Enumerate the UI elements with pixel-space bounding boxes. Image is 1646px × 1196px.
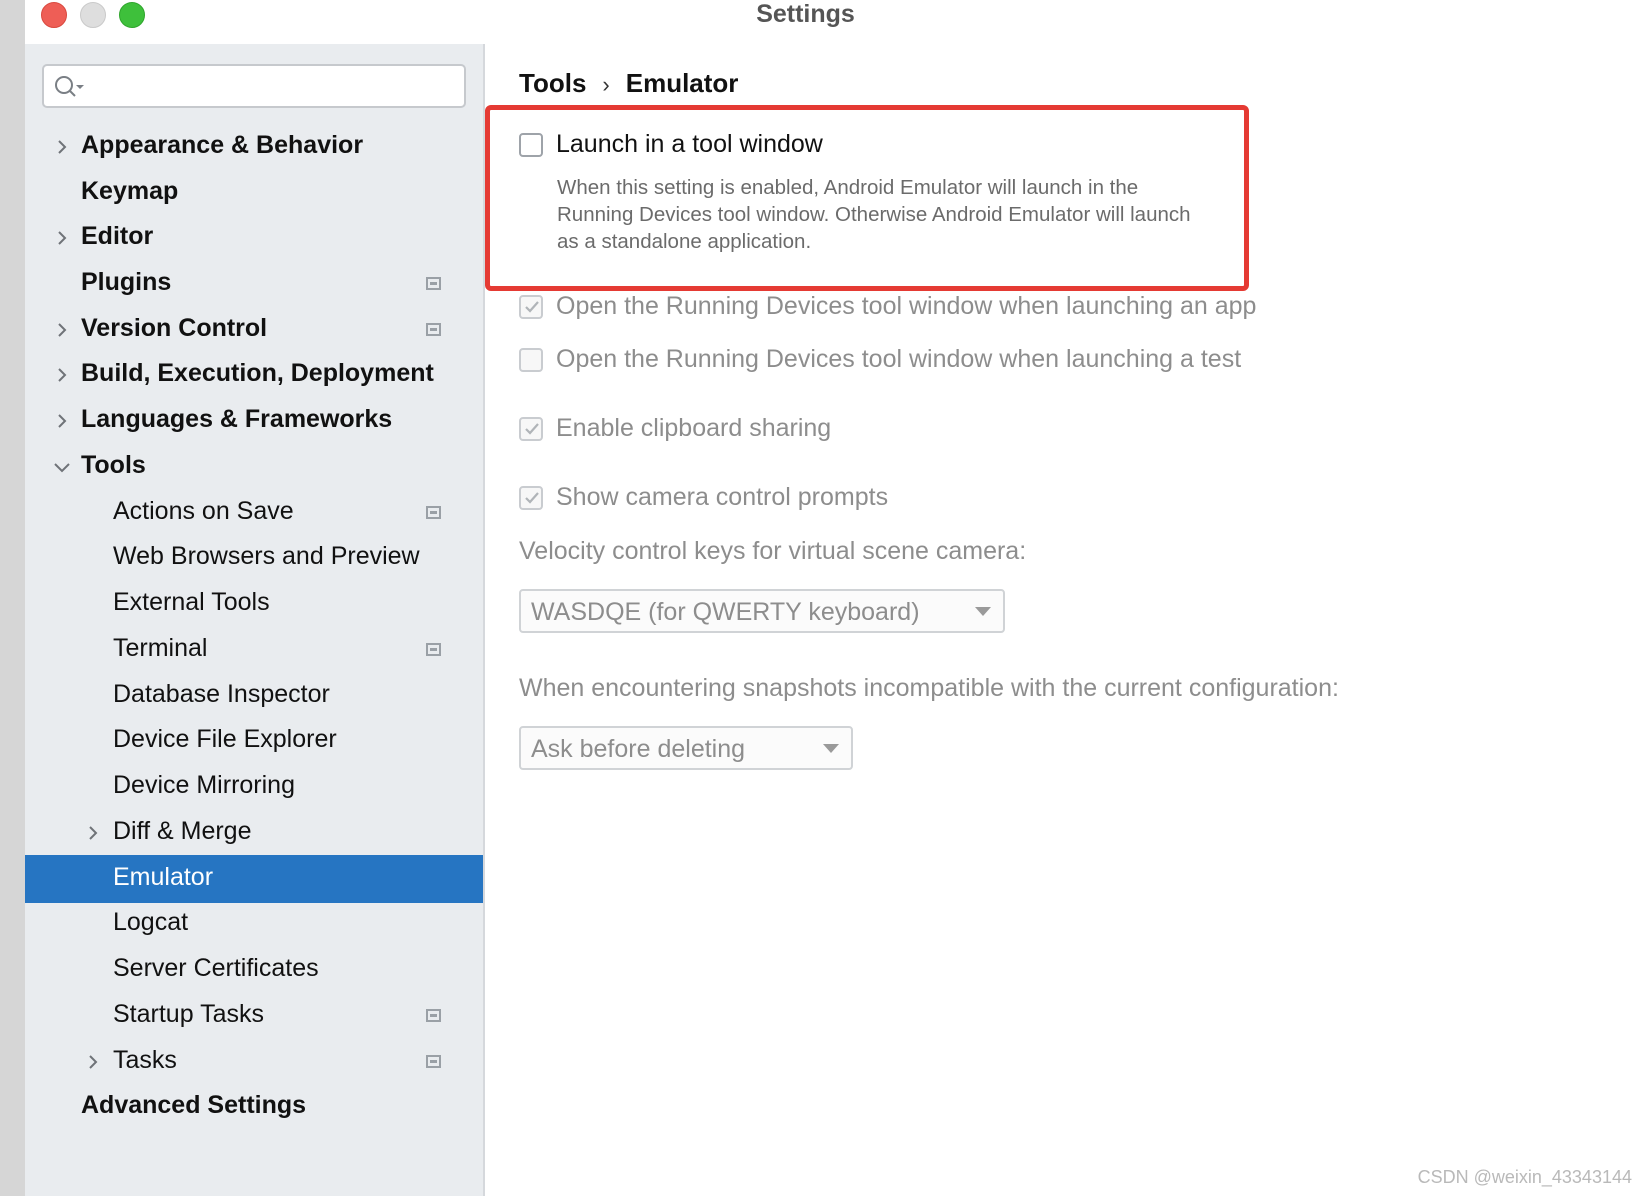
sidebar-item-version-control[interactable]: Version Control (25, 306, 483, 354)
project-level-icon (426, 277, 441, 290)
launch-tool-window-checkbox[interactable] (519, 132, 543, 157)
checkmark-icon (525, 491, 539, 504)
sidebar-item-label: Languages & Frameworks (81, 405, 393, 433)
launch-tool-window-option[interactable]: Launch in a tool window (519, 130, 823, 159)
velocity-keys-label: Velocity control keys for virtual scene … (519, 537, 1027, 565)
sidebar-item-label: Logcat (113, 908, 189, 936)
sidebar-item-appearance-behavior[interactable]: Appearance & Behavior (25, 123, 483, 171)
window-title: Settings (756, 0, 855, 28)
sidebar-item-label: Plugins (81, 268, 172, 296)
snapshots-dropdown[interactable]: Ask before deleting (519, 726, 853, 770)
velocity-keys-dropdown[interactable]: WASDQE (for QWERTY keyboard) (519, 589, 1005, 633)
sidebar-item-startup-tasks[interactable]: Startup Tasks (25, 992, 483, 1040)
sidebar-item-label: Appearance & Behavior (81, 131, 364, 159)
project-level-icon (426, 506, 441, 519)
checkmark-icon (525, 300, 539, 313)
sidebar-item-editor[interactable]: Editor (25, 214, 483, 262)
dropdown-arrow-icon (823, 744, 839, 753)
sidebar-item-device-file-explorer[interactable]: Device File Explorer (25, 717, 483, 765)
sidebar-item-label: Tools (81, 451, 146, 479)
project-level-icon (426, 643, 441, 656)
sidebar-item-label: Web Browsers and Preview (113, 542, 420, 570)
sidebar-item-label: External Tools (113, 588, 270, 616)
project-level-icon (426, 1055, 441, 1068)
sidebar-item-label: Terminal (113, 634, 208, 662)
clipboard-sharing-label: Enable clipboard sharing (556, 414, 832, 442)
sidebar-item-advanced-settings[interactable]: Advanced Settings (25, 1083, 483, 1131)
sidebar-item-tasks[interactable]: Tasks (25, 1038, 483, 1086)
sidebar-item-label: Device File Explorer (113, 725, 337, 753)
sidebar-item-web-browsers-preview[interactable]: Web Browsers and Preview (25, 534, 483, 582)
clipboard-sharing-checkbox[interactable] (519, 416, 543, 441)
open-on-app-option[interactable]: Open the Running Devices tool window whe… (519, 292, 1256, 321)
snapshots-label: When encountering snapshots incompatible… (519, 674, 1339, 702)
breadcrumb: Tools › Emulator (519, 68, 738, 99)
camera-prompts-option[interactable]: Show camera control prompts (519, 483, 888, 512)
sidebar-item-label: Startup Tasks (113, 1000, 265, 1028)
chevron-right-icon[interactable] (83, 1052, 103, 1072)
sidebar-item-label: Advanced Settings (81, 1091, 307, 1119)
sidebar-item-label: Server Certificates (113, 954, 319, 982)
project-level-icon (426, 323, 441, 336)
sidebar-item-terminal[interactable]: Terminal (25, 626, 483, 674)
sidebar-item-label: Build, Execution, Deployment (81, 359, 434, 387)
sidebar-item-device-mirroring[interactable]: Device Mirroring (25, 763, 483, 811)
chevron-right-icon[interactable] (52, 137, 72, 157)
sidebar-item-server-certificates[interactable]: Server Certificates (25, 946, 483, 994)
sidebar-item-label: Device Mirroring (113, 771, 295, 799)
launch-tool-window-label: Launch in a tool window (556, 130, 823, 158)
chevron-right-icon[interactable] (52, 411, 72, 431)
launch-tool-window-description: When this setting is enabled, Android Em… (557, 176, 1191, 253)
sidebar-item-label: Editor (81, 222, 154, 250)
breadcrumb-current: Emulator (625, 68, 739, 98)
sidebar-item-emulator[interactable]: Emulator (25, 855, 483, 903)
chevron-right-icon[interactable] (83, 823, 103, 843)
dropdown-arrow-icon (975, 607, 991, 616)
sidebar-item-diff-merge[interactable]: Diff & Merge (25, 809, 483, 857)
sidebar-item-label: Tasks (113, 1046, 177, 1074)
watermark: CSDN @weixin_43343144 (1417, 1167, 1632, 1187)
sidebar-item-logcat[interactable]: Logcat (25, 900, 483, 948)
checkmark-icon (525, 422, 539, 435)
chevron-right-icon[interactable] (52, 228, 72, 248)
open-on-app-checkbox[interactable] (519, 294, 543, 319)
sidebar-item-actions-on-save[interactable]: Actions on Save (25, 489, 483, 537)
snapshots-value: Ask before deleting (531, 735, 746, 763)
sidebar-item-keymap[interactable]: Keymap (25, 169, 483, 217)
chevron-right-icon[interactable] (52, 320, 72, 340)
sidebar-item-label: Keymap (81, 177, 179, 205)
sidebar-item-build-execution-deployment[interactable]: Build, Execution, Deployment (25, 351, 483, 399)
open-on-test-checkbox[interactable] (519, 347, 543, 372)
sidebar-item-label: Actions on Save (113, 497, 294, 525)
chevron-down-icon[interactable] (52, 457, 72, 477)
search-input[interactable] (42, 64, 466, 108)
sidebar-item-languages-frameworks[interactable]: Languages & Frameworks (25, 397, 483, 445)
open-on-test-label: Open the Running Devices tool window whe… (556, 345, 1242, 373)
sidebar-item-plugins[interactable]: Plugins (25, 260, 483, 308)
breadcrumb-separator: › (602, 72, 610, 97)
breadcrumb-parent[interactable]: Tools (519, 68, 586, 98)
sidebar-item-label: Version Control (81, 314, 268, 342)
sidebar-item-database-inspector[interactable]: Database Inspector (25, 672, 483, 720)
sidebar-item-label: Database Inspector (113, 680, 330, 708)
camera-prompts-label: Show camera control prompts (556, 483, 889, 511)
project-level-icon (426, 1009, 441, 1022)
camera-prompts-checkbox[interactable] (519, 485, 543, 510)
title-bar: Settings (25, 0, 1646, 44)
open-on-app-label: Open the Running Devices tool window whe… (556, 292, 1257, 320)
clipboard-sharing-option[interactable]: Enable clipboard sharing (519, 414, 831, 443)
open-on-test-option[interactable]: Open the Running Devices tool window whe… (519, 345, 1241, 374)
sidebar-item-tools[interactable]: Tools (25, 443, 483, 491)
chevron-right-icon[interactable] (52, 365, 72, 385)
settings-content: Tools › Emulator Launch in a tool window W… (485, 44, 1646, 1196)
settings-sidebar: Appearance & Behavior Keymap Editor Plug… (25, 44, 485, 1196)
velocity-keys-value: WASDQE (for QWERTY keyboard) (531, 598, 920, 626)
sidebar-item-label: Emulator (113, 863, 214, 891)
settings-window: Settings Appearance & Behavior Keymap Ed… (25, 0, 1646, 1196)
sidebar-item-label: Diff & Merge (113, 817, 252, 845)
sidebar-item-external-tools[interactable]: External Tools (25, 580, 483, 628)
search-icon (55, 76, 84, 97)
